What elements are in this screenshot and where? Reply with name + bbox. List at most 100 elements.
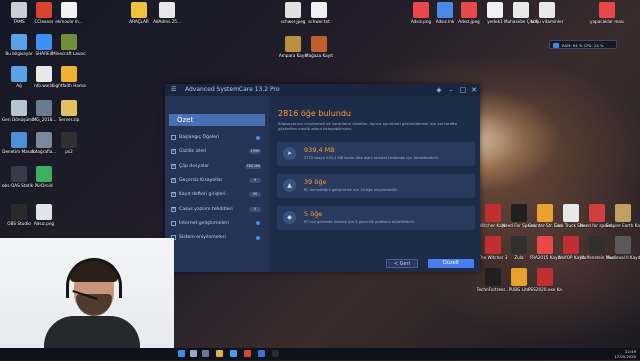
desktop-icon[interactable]: Mağaza Kayıt: [302, 36, 336, 58]
desktop-icon[interactable]: Empire Earth Kayıt: [606, 204, 640, 228]
close-button[interactable]: ✕: [469, 85, 479, 95]
sidebar-item[interactable]: ✓ Casus yazılım tehditleri 0: [171, 205, 265, 214]
search-icon[interactable]: [190, 350, 197, 357]
checkbox[interactable]: [171, 220, 176, 226]
app-icon: [159, 2, 175, 18]
app-icon: [11, 66, 27, 82]
desktop-icon-label: Lightfaith Hamachi: [52, 83, 86, 88]
sidebar-item[interactable]: ✓ Geçersiz Kısayollar 0: [171, 176, 265, 185]
desktop-icon[interactable]: ps2: [52, 132, 86, 154]
checkbox[interactable]: ✓: [171, 149, 176, 155]
desktop-icon-label: AirDroid: [35, 183, 53, 188]
result-card-junk[interactable]: ➤ 939,4 MB 2772 dosya 939,4 MB kadar dis…: [277, 142, 475, 166]
desktop-icon[interactable]: yapacaklar masaüstü: [590, 2, 624, 24]
card-description: PC verimliliğini geliştirmek için 39 öğe…: [304, 188, 398, 192]
app-icon: [131, 2, 147, 18]
sidebar-item-label: Geçersiz Kısayollar: [179, 177, 223, 183]
app-icon: [61, 100, 77, 116]
maximize-button[interactable]: □: [458, 85, 468, 95]
sidebar-item[interactable]: ✓ Gizlilik izleri 1990: [171, 147, 265, 156]
app-icon: [36, 34, 52, 50]
desktop-icon[interactable]: Server.zip: [52, 100, 86, 122]
asc-taskbar-icon[interactable]: [258, 350, 265, 357]
minimize-button[interactable]: –: [446, 85, 456, 95]
main-panel: 2816 öğe bulundu Bilgisayarınız eniyilem…: [269, 96, 480, 272]
app-icon: [511, 268, 527, 286]
app-icon: [437, 2, 453, 18]
desktop-icon-label: Adsız.png: [33, 221, 55, 226]
webcam-overlay: [0, 238, 174, 348]
app-icon: [61, 2, 77, 18]
checkbox[interactable]: [171, 135, 176, 140]
task-view-icon[interactable]: [202, 350, 209, 357]
app-icon: [311, 2, 327, 18]
sidebar-item-label: Sistem eniyilemeleri: [179, 235, 226, 241]
desktop-icon[interactable]: Adsız.png: [27, 204, 61, 226]
desktop-icon[interactable]: ekmoule m...: [52, 2, 86, 24]
edge-icon[interactable]: [230, 350, 237, 357]
desktop-icon[interactable]: Minecraft Launcher: [52, 34, 86, 56]
desktop-icon-label: Minecraft Launcher: [52, 51, 86, 56]
taskbar: 22:49 17.05.2020: [0, 348, 640, 360]
app-icon: [36, 2, 52, 18]
sidebar-item[interactable]: ✓ Kayıt defteri girişleri 20: [171, 190, 265, 199]
desktop-icon-label: Server.zip: [58, 117, 80, 122]
skin-icon[interactable]: ◈: [434, 85, 444, 95]
sidebar-item-label: Başlangıç Öğeleri: [179, 135, 220, 140]
app-icon: [11, 100, 27, 116]
result-card-optimize[interactable]: ▲ 39 öğe PC verimliliğini geliştirmek iç…: [277, 174, 475, 198]
app-icon: [61, 34, 77, 50]
app-icon: [11, 204, 27, 220]
app-icon: [615, 236, 631, 254]
start-button[interactable]: [178, 350, 185, 357]
app-icon: [599, 2, 615, 18]
desktop-icon[interactable]: Lightfaith Hamachi: [52, 66, 86, 88]
chrome-icon[interactable]: [244, 350, 251, 357]
card-description: 2772 dosya 939,4 MB kadar disk alanı ser…: [304, 156, 439, 160]
shield-icon: ◆: [283, 211, 296, 224]
app-icon: [11, 34, 27, 50]
app-icon: [485, 236, 501, 254]
sidebar-item[interactable]: ✓ Çöp dosyalar 782 MB: [171, 162, 265, 171]
system-tray[interactable]: 22:49 17.05.2020: [614, 348, 636, 361]
result-card-security[interactable]: ◆ 5 öğe PC'nizi güvende tutmak için 5 gü…: [277, 206, 475, 230]
desktop-icon[interactable]: PES2020.exe Kayıt: [528, 268, 562, 292]
status-dot-icon: [256, 221, 260, 226]
back-button[interactable]: < Geri: [386, 259, 418, 268]
sidebar-item[interactable]: Başlangıç Öğeleri: [171, 133, 265, 142]
app-icon: [36, 66, 52, 82]
checkbox[interactable]: ✓: [171, 177, 176, 183]
file-explorer-icon[interactable]: [216, 350, 223, 357]
desktop-icon[interactable]: Medieval II Kayıt: [606, 236, 640, 260]
desktop-icon-label: AdAdms.25...: [153, 19, 181, 24]
app-icon: [413, 2, 429, 18]
desktop-icon-label: yapacaklar masaüstü: [590, 19, 624, 24]
sidebar-item[interactable]: Sistem eniyilemeleri: [171, 233, 265, 242]
checkbox[interactable]: ✓: [171, 192, 176, 198]
checkbox[interactable]: ✓: [171, 163, 176, 169]
card-value: 39 öğe: [304, 178, 327, 186]
sidebar-item[interactable]: İnternet geliştirmeleri: [171, 219, 265, 228]
results-description: Bilgisayarınız eniyilemeli ve sorunların…: [278, 121, 457, 131]
app-icon: [511, 204, 527, 222]
title-bar[interactable]: ☰ Advanced SystemCare 13.2 Pro ◈ – □ ✕: [165, 84, 480, 96]
sidebar-item-label: Gizlilik izleri: [179, 149, 207, 155]
app-icon: [11, 166, 27, 182]
asc-window: ☰ Advanced SystemCare 13.2 Pro ◈ – □ ✕ Ö…: [165, 84, 480, 272]
app-icon: [589, 204, 605, 222]
ram-cpu-widget[interactable]: RAM: 64 % CPU: 24 %: [549, 40, 617, 49]
menu-icon[interactable]: ☰: [171, 87, 179, 93]
ram-cpu-text: RAM: 64 % CPU: 24 %: [562, 43, 604, 48]
checkbox[interactable]: ✓: [171, 206, 176, 212]
app-icon: [485, 268, 501, 286]
fix-button[interactable]: Düzelt: [428, 259, 474, 268]
obs-taskbar-icon[interactable]: [272, 350, 279, 357]
sidebar-header-summary[interactable]: Özet: [169, 114, 265, 126]
desktop-icon[interactable]: AdAdms.25...: [150, 2, 184, 24]
desktop-icon[interactable]: schwer.txt: [302, 2, 336, 24]
sidebar-item-label: Çöp dosyalar: [179, 163, 210, 169]
app-icon: [311, 36, 327, 52]
desktop-icon[interactable]: boku vitaminler: [530, 2, 564, 24]
desktop-icon[interactable]: AirDroid: [27, 166, 61, 188]
count-badge: 782 MB: [245, 163, 261, 169]
